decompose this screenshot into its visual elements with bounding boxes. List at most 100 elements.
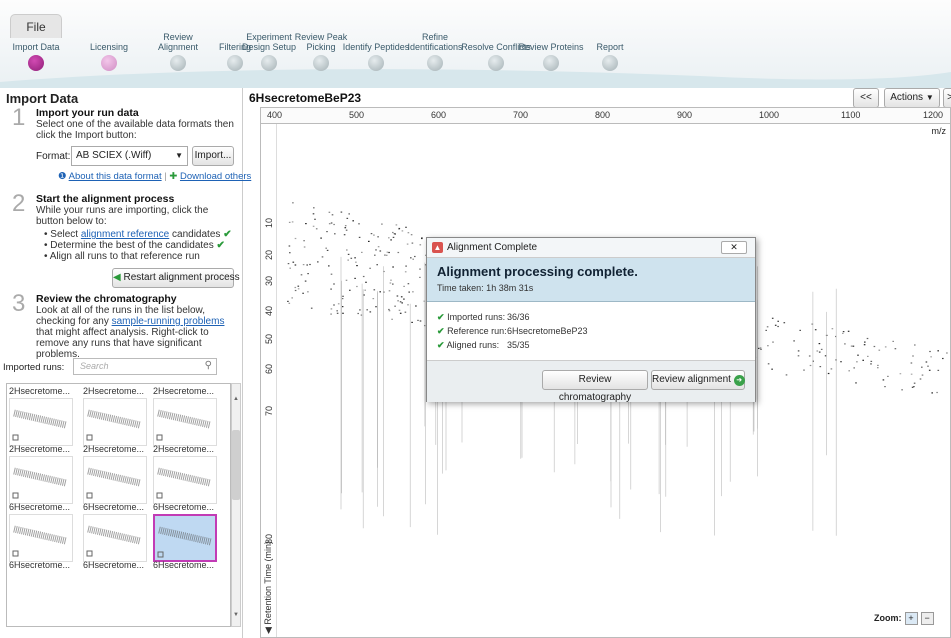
step-status-icon <box>28 55 44 71</box>
retention-tick-label: 40 <box>264 305 274 316</box>
actions-button[interactable]: Actions ▼ <box>884 88 940 108</box>
import-button[interactable]: Import... <box>192 146 234 166</box>
check-icon: ✔ <box>216 240 225 251</box>
workflow-step-label: Import Data <box>12 42 60 52</box>
step-status-icon <box>427 55 443 71</box>
runs-search-input[interactable]: Search ⚲ <box>73 358 217 375</box>
run-thumb-label: 2Hsecretome... <box>153 386 215 396</box>
mz-tick-label: 400 <box>267 110 283 120</box>
summary-value: 6HsecretomeBeP23 <box>507 326 588 336</box>
time-taken: Time taken: 1h 38m 31s <box>437 283 534 293</box>
step-number: 3 <box>12 290 26 317</box>
run-thumb-label: 6Hsecretome... <box>9 560 71 570</box>
arrow-right-icon: ➜ <box>733 375 745 386</box>
bullet-text: Determine the best of the candidates <box>50 240 214 251</box>
search-placeholder: Search <box>80 361 109 371</box>
check-icon: ✔ <box>437 312 445 322</box>
sample-problems-link[interactable]: sample-running problems <box>112 316 225 327</box>
workflow-step-label: Licensing <box>89 42 129 52</box>
step-number: 2 <box>12 190 26 217</box>
step-status-icon <box>368 55 384 71</box>
step3-section: Review the chromatography Look at all of… <box>36 294 236 361</box>
restart-alignment-button[interactable]: ◀ Restart alignment process <box>112 268 240 288</box>
import-data-panel: Import Data 1 Import your run data Selec… <box>0 88 251 638</box>
mz-axis: 400 500 600 700 800 900 1000 1100 1200 <box>261 108 950 124</box>
step-status-icon <box>170 55 186 71</box>
check-icon: ✔ <box>437 326 445 336</box>
triangle-icon: ◀ <box>263 627 273 634</box>
dialog-heading: Alignment processing complete. <box>437 264 638 279</box>
summary-label: Aligned runs: <box>446 340 500 350</box>
summary-row: ✔ Reference run: 6HsecretomeBeP23 <box>437 326 588 337</box>
check-icon: ✔ <box>223 229 232 240</box>
chevron-down-icon: ▼ <box>925 93 934 102</box>
run-thumb-label: 6Hsecretome... <box>83 560 145 570</box>
runs-scrollbar[interactable]: ▲ ▼ <box>231 383 241 627</box>
review-chromatography-button[interactable]: Review chromatography <box>542 370 648 403</box>
about-format-link[interactable]: About this data format <box>69 171 162 182</box>
scroll-up-icon[interactable]: ▲ <box>233 396 239 402</box>
dialog-footer: Review chromatography Review alignment ➜ <box>427 360 755 403</box>
retention-tick-label: 60 <box>264 363 274 374</box>
workflow-step-label: Report <box>596 42 624 52</box>
run-title: 6HsecretomeBeP23 <box>249 91 362 105</box>
run-thumbnail[interactable] <box>9 456 73 504</box>
retention-axis-label: ◀ Retention Time (min) <box>263 541 274 634</box>
step-status-icon <box>261 55 277 71</box>
run-thumbnail[interactable] <box>9 514 73 562</box>
run-thumb-label: 2Hsecretome... <box>9 444 71 454</box>
scroll-thumb[interactable] <box>232 430 240 500</box>
download-others-link[interactable]: Download others <box>180 171 251 182</box>
workflow-step-label: Refine Identifications <box>407 32 463 52</box>
run-thumb-label: 6Hsecretome... <box>9 502 71 512</box>
workflow-step[interactable]: Import Data <box>1 30 71 71</box>
run-thumbnail[interactable] <box>83 398 147 446</box>
check-icon: ✔ <box>437 340 445 350</box>
format-links: ❶ About this data format | ✚ Download ot… <box>58 171 252 182</box>
step-status-icon <box>313 55 329 71</box>
retention-tick-label: 30 <box>264 275 274 286</box>
mz-tick-label: 1000 <box>759 110 780 120</box>
search-icon: ⚲ <box>204 360 212 371</box>
mz-tick-label: 700 <box>513 110 529 120</box>
run-thumbnail[interactable] <box>153 398 217 446</box>
step1-section: Import your run data Select one of the a… <box>36 108 236 142</box>
plus-icon: ✚ <box>169 171 178 182</box>
zoom-out-icon[interactable]: − <box>920 612 934 625</box>
step3-text: that might affect analysis. Right-click … <box>36 327 209 360</box>
workflow-step[interactable]: Refine Identifications <box>400 30 470 71</box>
step2-text: While your runs are importing, click the… <box>36 205 209 227</box>
zoom-in-icon[interactable]: + <box>904 612 918 625</box>
info-icon: ❶ <box>58 171 67 182</box>
restart-label: Restart alignment process <box>123 272 240 283</box>
y-axis-title: Retention Time (min) <box>263 541 273 625</box>
run-thumbnail[interactable] <box>153 514 217 562</box>
summary-value: 36/36 <box>507 312 530 322</box>
summary-value: 35/35 <box>507 340 530 350</box>
next-run-button[interactable]: > <box>943 88 951 108</box>
workflow-step[interactable]: Report <box>575 30 645 71</box>
run-thumbnail[interactable] <box>83 456 147 504</box>
review-alignment-button[interactable]: Review alignment ➜ <box>651 370 745 390</box>
run-thumbnail[interactable] <box>9 398 73 446</box>
mz-tick-label: 500 <box>349 110 365 120</box>
run-thumb-label: 2Hsecretome... <box>153 444 215 454</box>
retention-tick-label: 10 <box>264 217 274 228</box>
alignment-reference-link[interactable]: alignment reference <box>81 229 169 240</box>
format-select[interactable]: AB SCIEX (.Wiff) ▼ <box>71 146 188 166</box>
format-value: AB SCIEX (.Wiff) <box>76 150 152 161</box>
dialog-titlebar: ▲ Alignment Complete ✕ <box>427 238 755 258</box>
run-thumbnail[interactable] <box>153 456 217 504</box>
run-thumbnail[interactable] <box>83 514 147 562</box>
prev-run-button[interactable]: << <box>853 88 879 108</box>
summary-label: Reference run: <box>447 326 507 336</box>
scroll-down-icon[interactable]: ▼ <box>233 612 239 618</box>
imported-runs-label: Imported runs: <box>3 362 65 373</box>
mz-tick-label: 800 <box>595 110 611 120</box>
workflow-step[interactable]: Licensing <box>74 30 144 71</box>
close-icon[interactable]: ✕ <box>721 241 747 254</box>
step2-section: Start the alignment process While your r… <box>36 194 236 263</box>
runs-thumbnail-list[interactable]: 2Hsecretome... 2Hsecretome... 2Hsecretome.… <box>6 383 231 627</box>
zoom-controls: Zoom: + − <box>874 612 934 625</box>
bullet-text: Select <box>50 229 81 240</box>
